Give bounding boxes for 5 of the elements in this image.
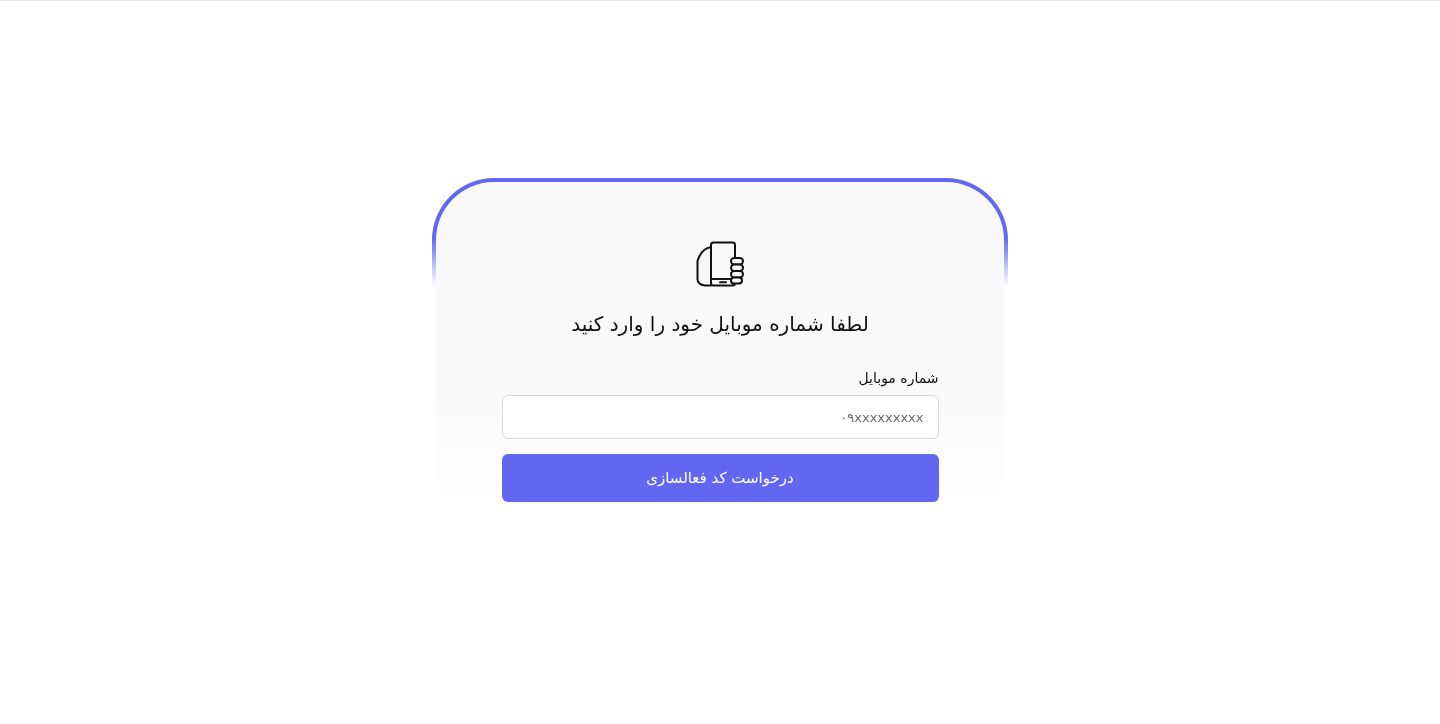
field-label: شماره موبایل [858, 369, 939, 389]
request-code-button[interactable]: درخواست کد فعالسازی [501, 454, 939, 502]
mobile-number-field[interactable]: ۰۹xxxxxxxxx [501, 395, 939, 439]
hand-holding-phone-icon [695, 241, 745, 287]
card-title: لطفا شماره موبایل خود را وارد کنید [571, 311, 869, 338]
